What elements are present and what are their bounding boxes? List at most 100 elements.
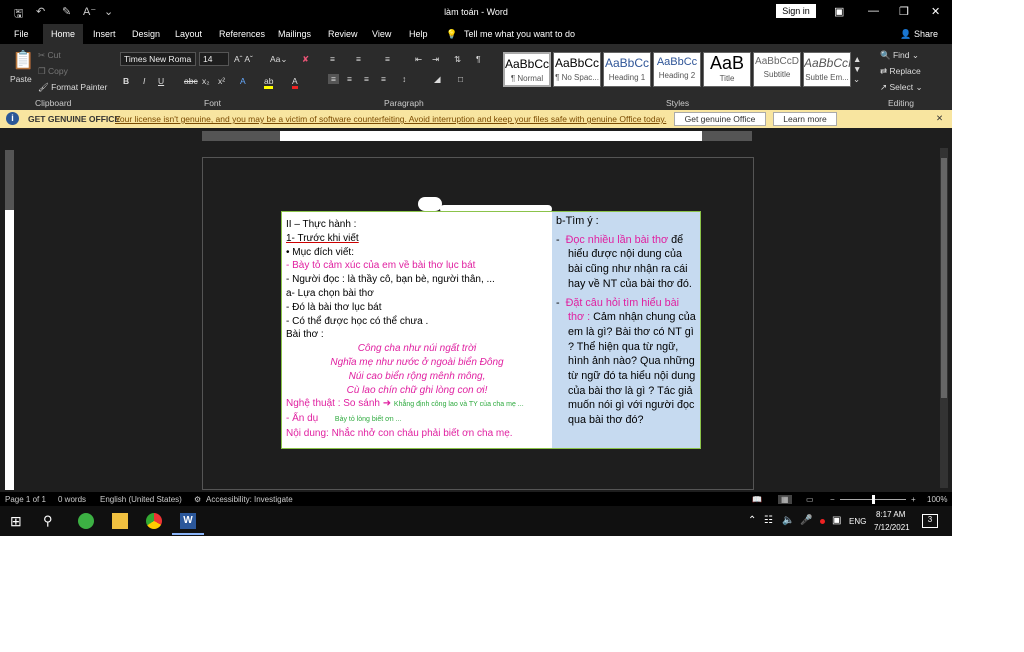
recording-icon[interactable] (820, 519, 825, 524)
volume-icon[interactable]: 🔈 (782, 515, 794, 526)
get-genuine-button[interactable]: Get genuine Office (674, 112, 766, 126)
share-icon[interactable]: 👤 (900, 29, 911, 40)
styles-more-icon[interactable]: ▲ ▼ ⌄ (853, 54, 861, 85)
tab-layout[interactable]: Layout (175, 29, 202, 39)
align-right-icon[interactable]: ≡ (364, 74, 369, 84)
align-center-icon[interactable]: ≡ (347, 74, 352, 84)
zoom-in-icon[interactable]: + (911, 495, 916, 504)
line-spacing-icon[interactable]: ↕ (402, 74, 406, 84)
tab-design[interactable]: Design (132, 29, 160, 39)
input-language[interactable]: ENG (849, 517, 866, 526)
zoom-thumb[interactable] (872, 495, 875, 504)
underline-icon[interactable]: U (158, 76, 164, 86)
copy-button[interactable]: ❐ Copy (38, 66, 68, 77)
word-count[interactable]: 0 words (58, 495, 86, 504)
numbering-icon[interactable]: ≡ (356, 54, 361, 64)
style-heading-1[interactable]: AaBbCc Heading 1 (603, 52, 651, 87)
superscript-icon[interactable]: x² (218, 76, 225, 86)
tab-references[interactable]: References (219, 29, 265, 39)
subscript-icon[interactable]: x₂ (202, 76, 210, 86)
paste-icon[interactable]: 📋 (12, 50, 34, 71)
strikethrough-icon[interactable]: abc (184, 76, 198, 86)
style-title[interactable]: AaB Title (703, 52, 751, 87)
tray-overflow-icon[interactable]: ⌃ (748, 515, 756, 526)
file-explorer-icon[interactable] (112, 513, 128, 529)
tray-app-icon[interactable]: ▣ (832, 515, 841, 526)
bold-icon[interactable]: B (123, 76, 129, 86)
style-heading-2[interactable]: AaBbCc Heading 2 (653, 52, 701, 87)
app-icon[interactable] (78, 513, 94, 529)
find-button[interactable]: 🔍 Find ⌄ (880, 50, 919, 61)
style-subtitle[interactable]: AaBbCcD Subtitle (753, 52, 801, 87)
search-icon[interactable]: ⚲ (43, 513, 59, 529)
change-case-icon[interactable]: Aa⌄ (270, 54, 288, 65)
horizontal-ruler[interactable] (202, 131, 752, 141)
font-name-select[interactable]: Times New Roma (120, 52, 196, 66)
clock-date[interactable]: 7/12/2021 (874, 523, 910, 532)
page-count[interactable]: Page 1 of 1 (5, 495, 46, 504)
sign-in-button[interactable]: Sign in (776, 4, 816, 18)
read-mode-icon[interactable]: 📖 (752, 495, 762, 504)
network-icon[interactable]: ☷ (764, 515, 773, 526)
justify-icon[interactable]: ≡ (381, 74, 386, 84)
clock-time[interactable]: 8:17 AM (876, 510, 905, 519)
tab-home[interactable]: Home (43, 24, 84, 44)
share-button[interactable]: Share (914, 29, 938, 39)
sort-icon[interactable]: ⇅ (454, 54, 461, 65)
chrome-icon[interactable] (146, 513, 162, 529)
accessibility-status[interactable]: Accessibility: Investigate (206, 495, 293, 504)
multilevel-icon[interactable]: ≡ (385, 54, 390, 64)
paste-button[interactable]: Paste (10, 74, 32, 84)
shading-icon[interactable]: ◢ (434, 74, 441, 85)
tab-insert[interactable]: Insert (93, 29, 116, 39)
vertical-scrollbar[interactable] (940, 148, 948, 488)
clear-format-icon[interactable]: ✘ (302, 54, 309, 65)
tab-mailings[interactable]: Mailings (278, 29, 311, 39)
language[interactable]: English (United States) (100, 495, 182, 504)
msgbar-link[interactable]: Your license isn't genuine, and you may … (115, 114, 666, 124)
select-button[interactable]: ↗ Select ⌄ (880, 82, 923, 93)
restore-icon[interactable]: ❐ (899, 5, 909, 18)
learn-more-button[interactable]: Learn more (773, 112, 837, 126)
font-size-select[interactable]: 14 (199, 52, 229, 66)
font-color-icon[interactable]: A (292, 76, 298, 89)
replace-button[interactable]: ⇄ Replace (880, 66, 921, 77)
text-effects-icon[interactable]: A (240, 76, 246, 86)
borders-icon[interactable]: □ (458, 74, 463, 84)
word-taskbar-icon[interactable]: W (180, 513, 196, 529)
cut-button[interactable]: ✂ Cut (38, 50, 61, 61)
bullets-icon[interactable]: ≡ (330, 54, 335, 64)
align-left-icon[interactable]: ≡ (328, 74, 339, 84)
tab-help[interactable]: Help (409, 29, 428, 39)
tab-view[interactable]: View (372, 29, 391, 39)
vertical-ruler[interactable] (5, 150, 14, 490)
minimize-icon[interactable]: — (868, 5, 879, 17)
tab-review[interactable]: Review (328, 29, 358, 39)
content-line: Nội dung: Nhắc nhở con cháu phải biết ơn… (286, 427, 513, 439)
notification-center-icon[interactable]: 3 (922, 514, 938, 528)
style-no-spacing[interactable]: AaBbCc ¶ No Spac... (553, 52, 601, 87)
print-layout-icon[interactable]: ▦ (778, 495, 792, 504)
increase-indent-icon[interactable]: ⇥ (432, 54, 439, 65)
italic-icon[interactable]: I (143, 76, 145, 86)
msgbar-close-icon[interactable]: ✕ (936, 113, 943, 124)
microphone-icon[interactable]: 🎤 (800, 515, 812, 526)
redaction-mark (418, 197, 442, 211)
scroll-thumb[interactable] (941, 158, 947, 398)
style-title-sample: AaB (709, 53, 745, 73)
style-subtle-emphasis[interactable]: AaBbCcI Subtle Em... (803, 52, 851, 87)
zoom-level[interactable]: 100% (927, 495, 947, 504)
zoom-out-icon[interactable]: − (830, 495, 835, 504)
windows-start-icon[interactable]: ⊞ (10, 513, 26, 529)
tab-file[interactable]: File (14, 29, 29, 39)
close-icon[interactable]: ✕ (931, 5, 940, 18)
tell-me-search[interactable]: Tell me what you want to do (464, 29, 575, 39)
ribbon-display-icon[interactable]: ▣ (834, 5, 844, 18)
format-painter-button[interactable]: 🖌 Format Painter (38, 82, 107, 93)
font-grow-icon[interactable]: Aˆ Aˇ (234, 54, 253, 64)
decrease-indent-icon[interactable]: ⇤ (415, 54, 422, 65)
style-normal[interactable]: AaBbCc ¶ Normal (503, 52, 551, 87)
highlight-icon[interactable]: ab (264, 76, 274, 89)
pilcrow-icon[interactable]: ¶ (476, 54, 481, 64)
web-layout-icon[interactable]: ▭ (806, 495, 814, 504)
